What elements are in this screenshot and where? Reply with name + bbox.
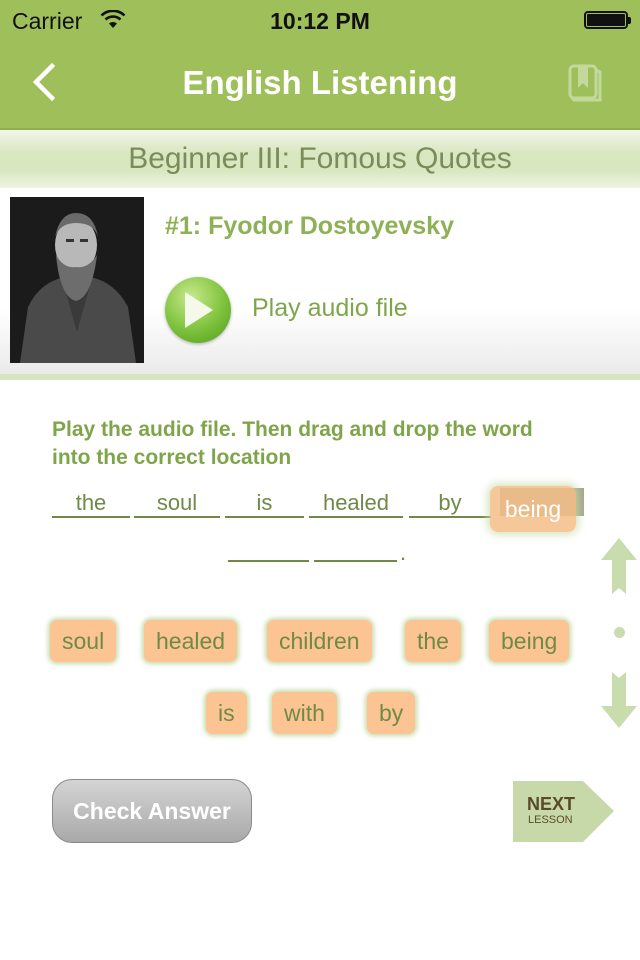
word-tile[interactable]: by — [367, 692, 416, 734]
instructions: Play the audio file. Then drag and drop … — [52, 418, 533, 469]
sentence-end-punctuation: . — [400, 540, 407, 565]
lesson-category-header: Beginner III: Fomous Quotes — [0, 130, 640, 188]
answer-slot[interactable]: healed — [309, 490, 403, 518]
answer-slot[interactable]: by — [409, 490, 491, 518]
answer-slot[interactable]: the — [52, 490, 130, 518]
answer-slot[interactable] — [228, 534, 309, 562]
scroll-down-arrow-icon[interactable] — [600, 672, 638, 728]
clock: 10:12 PM — [270, 8, 370, 34]
word-tile[interactable]: the — [405, 620, 461, 662]
battery-icon — [584, 11, 631, 29]
lesson-card: #1: Fyodor Dostoyevsky Play audio file — [0, 188, 640, 374]
word-tile[interactable]: children — [267, 620, 372, 662]
divider — [0, 374, 640, 380]
lesson-title: #1: Fyodor Dostoyevsky — [165, 212, 454, 240]
answer-slot[interactable] — [314, 534, 397, 562]
book-bookmark-icon[interactable] — [564, 62, 606, 104]
play-audio-label[interactable]: Play audio file — [252, 294, 408, 323]
portrait-image — [10, 197, 144, 363]
check-answer-button[interactable]: Check Answer — [52, 779, 252, 843]
next-lesson-button[interactable]: NEXT LESSON — [513, 781, 615, 842]
scroll-up-arrow-icon[interactable] — [600, 538, 638, 594]
word-tile[interactable]: is — [206, 692, 247, 734]
status-bar: Carrier 10:12 PM — [0, 6, 640, 36]
navigation-bar: Carrier 10:12 PM English Listening — [0, 0, 640, 130]
lesson-label: LESSON — [528, 814, 573, 826]
next-label: NEXT — [527, 794, 576, 814]
page-title: English Listening — [182, 64, 458, 101]
dragging-word-tile[interactable]: being — [490, 486, 576, 532]
play-audio-icon[interactable] — [165, 277, 231, 343]
word-tile[interactable]: being — [489, 620, 570, 662]
word-tile[interactable]: with — [272, 692, 337, 734]
word-tile[interactable]: healed — [144, 620, 238, 662]
answer-slot[interactable]: soul — [134, 490, 220, 518]
word-tile[interactable]: soul — [50, 620, 117, 662]
answer-slot[interactable]: is — [225, 490, 304, 518]
scroll-position-dot — [614, 627, 625, 638]
